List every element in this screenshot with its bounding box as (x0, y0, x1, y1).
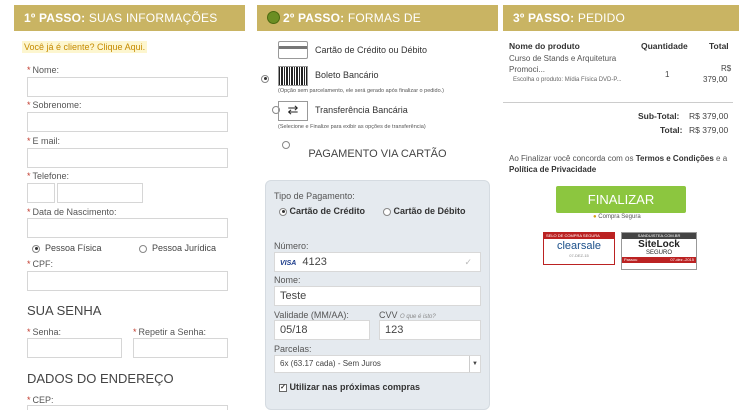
cpf-input[interactable] (27, 271, 228, 291)
chevron-down-icon: ▼ (469, 356, 480, 372)
transfer-note: (Selecione e Finalize para exibir as opç… (278, 124, 426, 130)
product-price-currency: R$ (721, 64, 732, 73)
numero-label: Número: (274, 241, 309, 251)
pessoa-fisica-radio[interactable]: Pessoa Física (32, 243, 102, 253)
pay-section-title: PAGAMENTO VIA CARTÃO (308, 148, 447, 160)
step3-header: 3º PASSO: PEDIDO (503, 5, 739, 31)
validade-input[interactable]: 05/18 (274, 320, 370, 340)
product-price: 379,00 (703, 75, 728, 84)
payment-card-label[interactable]: Cartão de Crédito ou Débito (315, 45, 427, 55)
credito-radio[interactable]: Cartão de Crédito (279, 206, 365, 216)
check-icon: ✓ (464, 257, 472, 267)
payment-boleto-label[interactable]: Boleto Bancário (315, 70, 379, 80)
endereco-section-title: DADOS DO ENDEREÇO (27, 371, 174, 386)
step1-column: 1º PASSO: SUAS INFORMAÇÕES Você já é cli… (14, 5, 245, 410)
nascimento-label: * Data de Nascimento: (27, 207, 117, 217)
cep-label: * CEP: (27, 395, 54, 405)
nascimento-input[interactable] (27, 218, 228, 238)
clearsale-badge: SELO DE COMPRA SEGURA clearsale 07-DEZ-1… (543, 232, 615, 265)
payment-card-radio[interactable] (261, 74, 269, 83)
validade-label: Validade (MM/AA): (274, 310, 349, 320)
cvv-label: CVV O que é isto? (379, 310, 436, 320)
card-payment-panel: Tipo de Pagamento: Cartão de Crédito Car… (265, 180, 490, 410)
repetir-senha-input[interactable] (133, 338, 228, 358)
step2-column: 2º PASSO: FORMAS DE PAGAMENTO Cartão de … (257, 5, 498, 410)
tipo-pagamento-label: Tipo de Pagamento: (274, 191, 355, 201)
total-value: R$ 379,00 (689, 125, 729, 135)
visa-icon: VISA (280, 260, 297, 267)
payment-transfer-label[interactable]: Transferência Bancária (315, 105, 408, 115)
sobrenome-label: * Sobrenome: (27, 100, 82, 110)
product-qty: 1 (665, 70, 670, 79)
terms-text: Ao Finalizar você concorda com os Termos… (509, 154, 728, 174)
telefone-label: * Telefone: (27, 171, 70, 181)
senha-input[interactable] (27, 338, 122, 358)
terms-link[interactable]: Termos e Condições (636, 154, 714, 163)
finalize-button[interactable]: FINALIZAR (556, 186, 686, 213)
parcelas-label: Parcelas: (274, 344, 312, 354)
transfer-arrows-icon: ⇄ (278, 101, 308, 121)
step2-header: 2º PASSO: FORMAS DE PAGAMENTO (257, 5, 498, 51)
credit-card-icon (278, 41, 308, 59)
pessoa-juridica-radio[interactable]: Pessoa Jurídica (139, 243, 216, 253)
card-name-input[interactable]: Teste (274, 286, 481, 306)
total-label: Total: (660, 125, 683, 135)
sitelock-badge: SANDUISTEA.COM.BR SiteLock SEGURO Passou… (621, 232, 697, 270)
product-name: Curso de Stands e Arquitetura Promoci... (509, 54, 617, 74)
lock-icon: ● (593, 214, 597, 220)
email-label: * E mail: (27, 136, 61, 146)
senha-label: * Senha: (27, 327, 62, 337)
telefone-ddd-input[interactable] (27, 183, 55, 203)
barcode-icon (278, 66, 308, 86)
step3-column: 3º PASSO: PEDIDO Nome do produto Quantid… (503, 5, 739, 410)
parcelas-select[interactable]: 6x (63.17 cada) - Sem Juros ▼ (274, 355, 481, 373)
save-card-checkbox[interactable]: ✓ Utilizar nas próximas compras (279, 382, 420, 392)
privacy-link[interactable]: Política de Privacidade (509, 165, 596, 174)
nome-label: * Nome: (27, 65, 60, 75)
col-qty-header: Quantidade (641, 41, 688, 51)
checkbox-icon: ✓ (279, 383, 287, 392)
secure-purchase: ● Compra Segura (593, 214, 641, 220)
cep-input[interactable] (27, 405, 228, 410)
already-client-link[interactable]: Você já é cliente? Clique Aqui. (22, 41, 148, 53)
step1-header: 1º PASSO: SUAS INFORMAÇÕES (14, 5, 245, 31)
nome-cartao-label: Nome: (274, 275, 301, 285)
repetir-senha-label: * Repetir a Senha: (133, 327, 207, 337)
card-number-input[interactable]: VISA 4123 ✓ (274, 252, 481, 272)
email-input[interactable] (27, 148, 228, 168)
cpf-label: * CPF: (27, 259, 54, 269)
sobrenome-input[interactable] (27, 112, 228, 132)
telefone-input[interactable] (57, 183, 143, 203)
product-variant: Escolha o produto: Mídia Física DVD-P... (513, 77, 622, 83)
subtotal-label: Sub-Total: (638, 111, 680, 121)
boleto-note: (Opção sem parcelamento, ele será gerado… (278, 88, 445, 94)
nome-input[interactable] (27, 77, 228, 97)
senha-section-title: SUA SENHA (27, 303, 102, 318)
col-product-header: Nome do produto (509, 41, 580, 51)
subtotal-value: R$ 379,00 (689, 111, 729, 121)
debito-radio[interactable]: Cartão de Débito (383, 206, 466, 216)
coin-icon (267, 11, 280, 24)
col-total-header: Total (709, 41, 729, 51)
divider (503, 102, 733, 103)
cvv-input[interactable]: 123 (379, 320, 481, 340)
